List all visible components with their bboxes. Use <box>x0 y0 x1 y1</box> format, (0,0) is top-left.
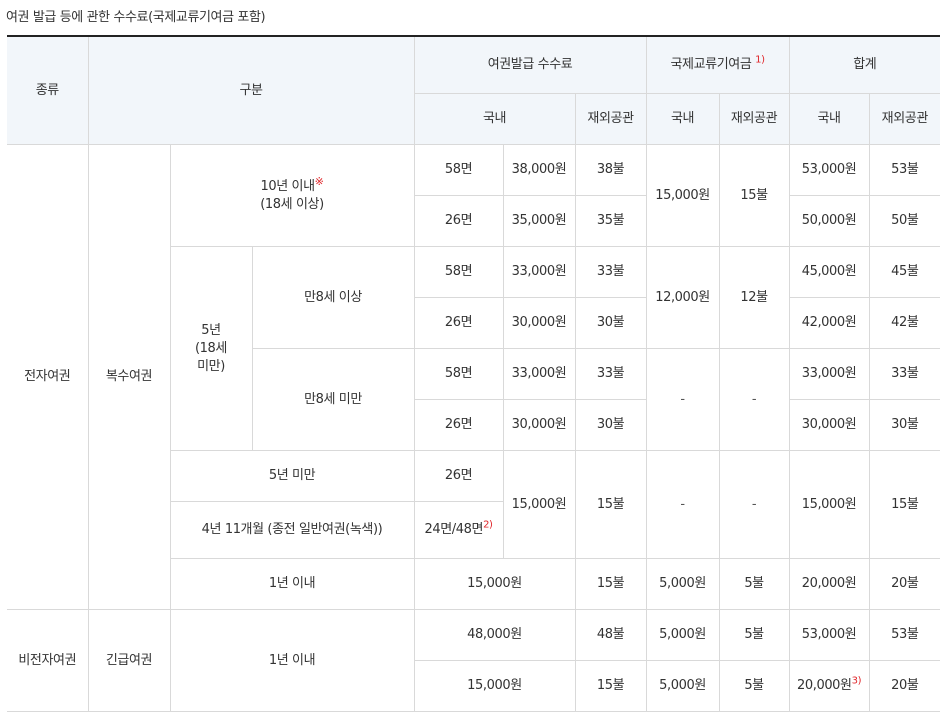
cell-contribution-overseas: 5불 <box>718 558 790 610</box>
cell-fee-overseas: 30불 <box>574 399 647 451</box>
cell-total-domestic: 50,000원 <box>788 195 870 247</box>
cell-non-e-passport: 비전자여권 <box>7 609 89 712</box>
cell-under-five: 5년 미만 <box>169 450 415 502</box>
cell-fee-overseas: 38불 <box>574 144 647 196</box>
footnote-3-mark: 3) <box>851 675 862 687</box>
cell-contribution-domestic: - <box>645 450 720 559</box>
cell-contribution-overseas: 5불 <box>718 609 790 661</box>
cell-total-domestic: 53,000원 <box>788 609 870 661</box>
cell-one-year: 1년 이내 <box>169 558 415 610</box>
header-total-domestic: 국내 <box>788 93 870 145</box>
five-years-age-a: (18세 <box>195 340 227 356</box>
cell-contribution-domestic: 5,000원 <box>645 558 720 610</box>
cell-contribution-overseas: 15불 <box>718 144 790 247</box>
cell-total-domestic: 20,000원3) <box>788 660 870 712</box>
cell-fee-domestic: 15,000원 <box>502 450 576 559</box>
cell-ten-years: 10년 이내※ (18세 이상) <box>169 144 415 247</box>
header-type: 종류 <box>7 35 89 145</box>
cell-pages: 58면 <box>413 246 504 298</box>
cell-contribution-overseas: - <box>718 450 790 559</box>
header-total-overseas: 재외공관 <box>868 93 941 145</box>
total-domestic-label: 20,000원 <box>796 678 852 693</box>
cell-age8-over: 만8세 이상 <box>251 246 415 349</box>
header-category: 구분 <box>87 35 415 145</box>
ten-years-age: (18세 이상) <box>260 196 324 212</box>
header-contribution: 국제교류기여금 1) <box>645 35 790 94</box>
cell-contribution-overseas: - <box>718 348 790 451</box>
cell-fee-overseas: 30불 <box>574 297 647 349</box>
cell-total-overseas: 20불 <box>868 558 941 610</box>
cell-pages: 58면 <box>413 144 504 196</box>
cell-total-domestic: 30,000원 <box>788 399 870 451</box>
cell-fee-domestic: 15,000원 <box>413 660 576 712</box>
cell-pages: 24면/48면2) <box>413 501 504 559</box>
cell-pages: 26면 <box>413 450 504 502</box>
cell-total-overseas: 15불 <box>868 450 941 559</box>
cell-fee-overseas: 15불 <box>574 450 647 559</box>
cell-multiple-passport: 복수여권 <box>87 144 171 610</box>
cell-contribution-domestic: 5,000원 <box>645 609 720 661</box>
header-total: 합계 <box>788 35 941 94</box>
cell-fee-overseas: 15불 <box>574 558 647 610</box>
pages-label: 24면/48면 <box>424 522 484 537</box>
cell-total-overseas: 50불 <box>868 195 941 247</box>
cell-total-overseas: 33불 <box>868 348 941 400</box>
cell-total-overseas: 53불 <box>868 144 941 196</box>
cell-fee-domestic: 30,000원 <box>502 297 576 349</box>
cell-total-overseas: 42불 <box>868 297 941 349</box>
cell-e-passport: 전자여권 <box>7 144 89 610</box>
cell-total-overseas: 53불 <box>868 609 941 661</box>
cell-fee-domestic: 48,000원 <box>413 609 576 661</box>
cell-fee-overseas: 35불 <box>574 195 647 247</box>
header-fee-domestic: 국내 <box>413 93 576 145</box>
cell-total-overseas: 45불 <box>868 246 941 298</box>
cell-total-domestic: 53,000원 <box>788 144 870 196</box>
cell-age8-under: 만8세 미만 <box>251 348 415 451</box>
ten-years-label: 10년 이내 <box>260 178 316 194</box>
cell-total-domestic: 45,000원 <box>788 246 870 298</box>
cell-contribution-domestic: 12,000원 <box>645 246 720 349</box>
cell-fee-overseas: 33불 <box>574 348 647 400</box>
passport-fee-table: 종류 구분 여권발급 수수료 국제교류기여금 1) 합계 국내 재외공관 국내 … <box>7 35 941 712</box>
cell-total-overseas: 30불 <box>868 399 941 451</box>
footnote-2-mark: 2) <box>483 519 493 531</box>
cell-contribution-domestic: 5,000원 <box>645 660 720 712</box>
cell-fee-domestic: 38,000원 <box>502 144 576 196</box>
cell-emergency-passport: 긴급여권 <box>87 609 171 712</box>
cell-total-overseas: 20불 <box>868 660 941 712</box>
cell-contribution-domestic: 15,000원 <box>645 144 720 247</box>
cell-total-domestic: 20,000원 <box>788 558 870 610</box>
header-contribution-domestic: 국내 <box>645 93 720 145</box>
cell-fee-overseas: 15불 <box>574 660 647 712</box>
five-years-label: 5년 <box>201 322 221 338</box>
header-passport-fee: 여권발급 수수료 <box>413 35 647 94</box>
header-contribution-label: 국제교류기여금 <box>670 57 752 72</box>
cell-pages: 58면 <box>413 348 504 400</box>
table-caption: 여권 발급 등에 관한 수수료(국제교류기여금 포함) <box>6 10 266 25</box>
cell-contribution-overseas: 5불 <box>718 660 790 712</box>
header-contribution-overseas: 재외공관 <box>718 93 790 145</box>
header-fee-overseas: 재외공관 <box>574 93 647 145</box>
cell-pages: 26면 <box>413 297 504 349</box>
cell-four-years: 4년 11개월 (종전 일반여권(녹색)) <box>169 501 415 559</box>
cell-pages: 26면 <box>413 399 504 451</box>
cell-fee-overseas: 48불 <box>574 609 647 661</box>
footnote-1-mark: 1) <box>755 54 765 66</box>
five-years-age-b: 미만) <box>197 358 225 374</box>
cell-five-years: 5년 (18세 미만) <box>169 246 253 451</box>
cell-contribution-overseas: 12불 <box>718 246 790 349</box>
cell-fee-domestic: 35,000원 <box>502 195 576 247</box>
cell-fee-domestic: 30,000원 <box>502 399 576 451</box>
cell-total-domestic: 15,000원 <box>788 450 870 559</box>
cell-fee-domestic: 15,000원 <box>413 558 576 610</box>
cell-one-year-emergency: 1년 이내 <box>169 609 415 712</box>
cell-fee-overseas: 33불 <box>574 246 647 298</box>
cell-total-domestic: 42,000원 <box>788 297 870 349</box>
cell-fee-domestic: 33,000원 <box>502 348 576 400</box>
ten-years-mark: ※ <box>314 174 324 188</box>
cell-contribution-domestic: - <box>645 348 720 451</box>
cell-pages: 26면 <box>413 195 504 247</box>
cell-fee-domestic: 33,000원 <box>502 246 576 298</box>
cell-total-domestic: 33,000원 <box>788 348 870 400</box>
